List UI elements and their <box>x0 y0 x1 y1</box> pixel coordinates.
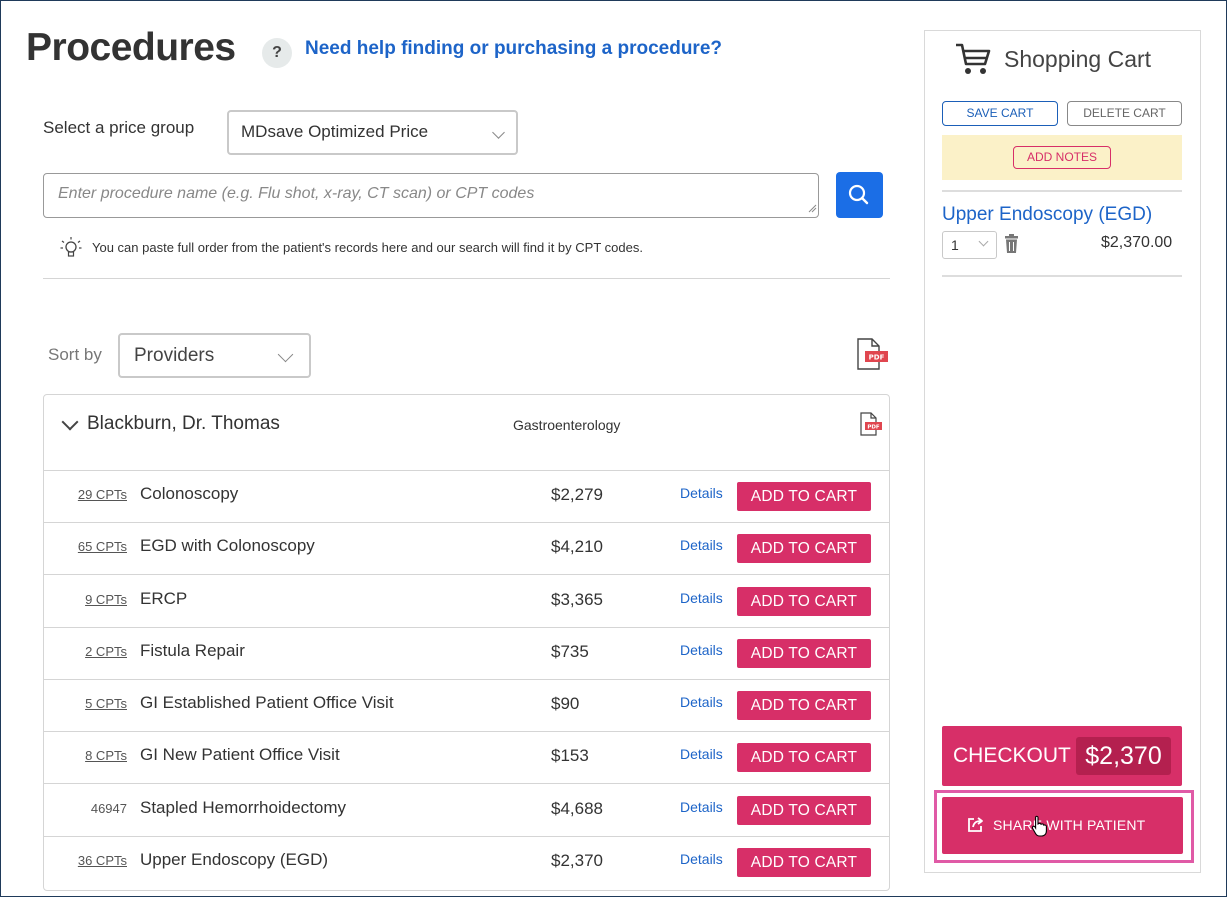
procedure-name: Upper Endoscopy (EGD) <box>140 850 329 869</box>
procedure-price: $4,210 <box>551 537 603 556</box>
search-tip: You can paste full order from the patien… <box>92 240 643 255</box>
help-link[interactable]: Need help finding or purchasing a proced… <box>305 38 722 60</box>
procedure-row: 2 CPTs Fistula Repair $735 Details ADD T… <box>44 628 889 680</box>
checkout-label: CHECKOUT <box>953 744 1071 767</box>
add-to-cart-button[interactable]: ADD TO CART <box>737 796 871 825</box>
details-link[interactable]: Details <box>680 746 723 762</box>
procedure-price: $3,365 <box>551 590 603 609</box>
procedure-price: $2,370 <box>551 851 603 870</box>
cpt-count-link[interactable]: 36 CPTs <box>78 853 127 868</box>
details-link[interactable]: Details <box>680 799 723 815</box>
details-link[interactable]: Details <box>680 485 723 501</box>
procedure-row: 46947 Stapled Hemorrhoidectomy $4,688 De… <box>44 785 889 837</box>
cpt-count-link[interactable]: 5 CPTs <box>85 696 127 711</box>
delete-cart-button[interactable]: DELETE CART <box>1067 101 1182 126</box>
procedure-price: $4,688 <box>551 799 603 818</box>
add-notes-button[interactable]: ADD NOTES <box>1013 146 1111 169</box>
add-to-cart-button[interactable]: ADD TO CART <box>737 743 871 772</box>
procedure-row: 29 CPTs Colonoscopy $2,279 Details ADD T… <box>44 471 889 523</box>
procedure-price: $90 <box>551 694 580 713</box>
cart-item-price: $2,370.00 <box>1101 234 1173 251</box>
sort-value: Providers <box>134 345 215 366</box>
price-group-label: Select a price group <box>43 118 195 137</box>
svg-text:PDF: PDF <box>869 354 885 362</box>
search-icon <box>848 184 869 205</box>
share-with-patient-label: SHARE WITH PATIENT <box>993 817 1146 833</box>
procedure-name: Fistula Repair <box>140 641 245 660</box>
add-to-cart-button[interactable]: ADD TO CART <box>737 587 871 616</box>
checkout-total: $2,370 <box>1076 737 1171 775</box>
procedure-row: 8 CPTs GI New Patient Office Visit $153 … <box>44 732 889 784</box>
save-cart-button[interactable]: SAVE CART <box>942 101 1058 126</box>
cpt-count-link[interactable]: 9 CPTs <box>85 592 127 607</box>
page-title: Procedures <box>26 26 236 69</box>
provider-specialty: Gastroenterology <box>513 417 621 433</box>
procedure-name: EGD with Colonoscopy <box>140 536 315 555</box>
procedure-name: GI Established Patient Office Visit <box>140 693 394 712</box>
help-question-icon[interactable]: ? <box>262 38 292 68</box>
procedure-name: Colonoscopy <box>140 484 239 503</box>
quantity-select[interactable]: 1 <box>942 231 997 259</box>
procedure-price: $735 <box>551 642 589 661</box>
provider-name[interactable]: Blackburn, Dr. Thomas <box>87 413 280 435</box>
section-divider <box>43 278 890 279</box>
share-icon <box>968 817 983 832</box>
svg-text:PDF: PDF <box>867 425 880 431</box>
cart-divider <box>942 190 1182 192</box>
details-link[interactable]: Details <box>680 642 723 658</box>
procedure-price: $153 <box>551 746 589 765</box>
procedure-row: 5 CPTs GI Established Patient Office Vis… <box>44 680 889 732</box>
procedure-name: GI New Patient Office Visit <box>140 745 340 764</box>
trash-icon[interactable] <box>1004 234 1019 254</box>
details-link[interactable]: Details <box>680 851 723 867</box>
cpt-count-link[interactable]: 2 CPTs <box>85 644 127 659</box>
search-button[interactable] <box>836 172 883 218</box>
hand-cursor-icon <box>1031 815 1047 837</box>
sort-label: Sort by <box>48 345 102 364</box>
procedure-price: $2,279 <box>551 485 603 504</box>
lightbulb-icon <box>60 237 82 257</box>
price-group-select[interactable]: MDsave Optimized Price <box>227 110 518 155</box>
add-to-cart-button[interactable]: ADD TO CART <box>737 482 871 511</box>
pdf-download-icon[interactable]: PDF <box>859 412 883 436</box>
textarea-resize-icon <box>808 204 817 213</box>
details-link[interactable]: Details <box>680 694 723 710</box>
add-to-cart-button[interactable]: ADD TO CART <box>737 691 871 720</box>
procedure-name: Stapled Hemorrhoidectomy <box>140 798 346 817</box>
add-to-cart-button[interactable]: ADD TO CART <box>737 534 871 563</box>
cpt-count-link[interactable]: 8 CPTs <box>85 748 127 763</box>
procedure-row: 36 CPTs Upper Endoscopy (EGD) $2,370 Det… <box>44 837 889 889</box>
procedure-name: ERCP <box>140 589 188 608</box>
cart-title: Shopping Cart <box>1004 46 1152 72</box>
add-to-cart-button[interactable]: ADD TO CART <box>737 848 871 877</box>
quantity-value: 1 <box>951 237 959 253</box>
cart-divider <box>942 275 1182 277</box>
cpt-code: 46947 <box>90 801 127 816</box>
details-link[interactable]: Details <box>680 590 723 606</box>
shopping-cart-icon <box>956 43 991 74</box>
add-to-cart-button[interactable]: ADD TO CART <box>737 639 871 668</box>
cpt-count-link[interactable]: 29 CPTs <box>78 487 127 502</box>
cpt-count-link[interactable]: 65 CPTs <box>78 539 127 554</box>
procedure-row: 65 CPTs EGD with Colonoscopy $4,210 Deta… <box>44 523 889 575</box>
procedure-search-input[interactable]: Enter procedure name (e.g. Flu shot, x-r… <box>43 173 819 218</box>
cart-item-name[interactable]: Upper Endoscopy (EGD) <box>942 204 1152 226</box>
procedure-row: 9 CPTs ERCP $3,365 Details ADD TO CART <box>44 576 889 628</box>
details-link[interactable]: Details <box>680 537 723 553</box>
price-group-value: MDsave Optimized Price <box>241 122 429 141</box>
pdf-download-icon[interactable]: PDF <box>855 338 889 370</box>
